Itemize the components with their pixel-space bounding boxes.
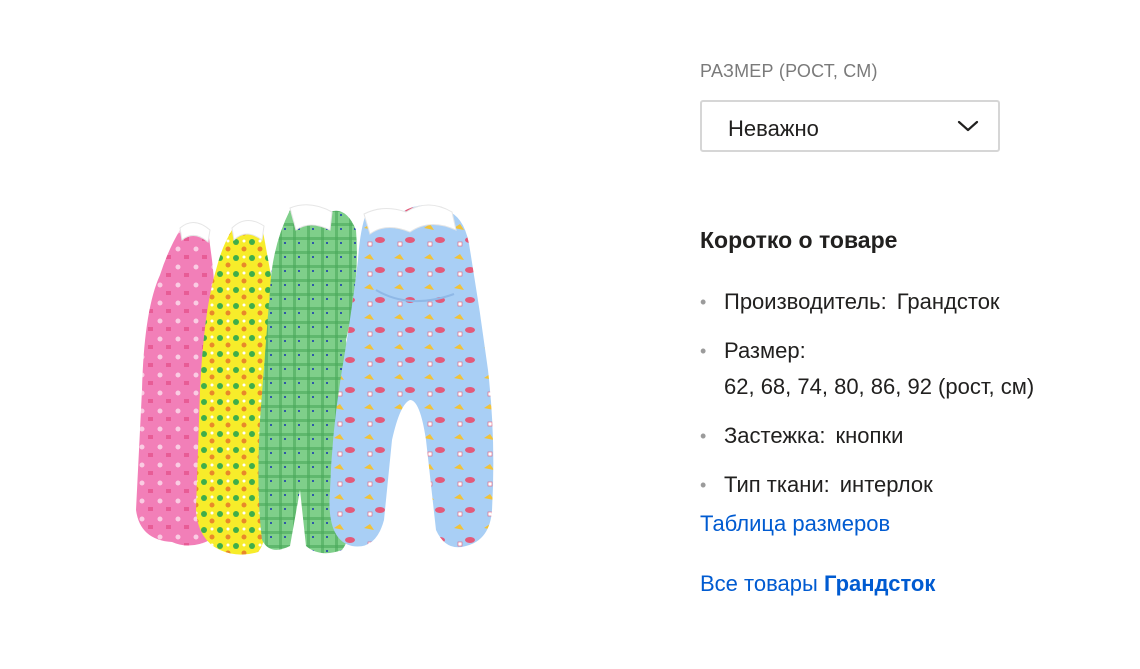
bullet-icon: • [700, 292, 707, 312]
fact-value: 62, 68, 74, 80, 86, 92 (рост, см) [724, 374, 1035, 399]
chevron-down-icon [957, 120, 979, 132]
facts-list: • Производитель: Грандсток • Размер: 62, … [700, 284, 1120, 516]
bullet-icon: • [700, 426, 707, 446]
fact-key: Тип ткани: [724, 472, 830, 497]
fact-key: Размер: [724, 338, 806, 363]
fact-value: интерлок [839, 472, 933, 497]
all-brand-goods-link[interactable]: Все товары Грандсток [700, 571, 935, 597]
fact-key: Застежка: [724, 423, 826, 448]
bullet-icon: • [700, 475, 707, 495]
product-image[interactable] [120, 190, 510, 570]
fact-key: Производитель: [724, 289, 887, 314]
fact-fabric: • Тип ткани: интерлок [700, 467, 1120, 503]
fact-manufacturer: • Производитель: Грандсток [700, 284, 1120, 320]
summary-title: Коротко о товаре [700, 227, 898, 253]
size-table-link[interactable]: Таблица размеров [700, 511, 890, 537]
fact-size: • Размер: 62, 68, 74, 80, 86, 92 (рост, … [700, 333, 1120, 405]
fact-value: кнопки [835, 423, 904, 448]
all-goods-prefix: Все товары [700, 571, 818, 596]
size-filter-label: РАЗМЕР (РОСТ, СМ) [700, 61, 878, 81]
product-page: РАЗМЕР (РОСТ, СМ) Неважно Коротко о това… [0, 0, 1140, 669]
bullet-icon: • [700, 341, 707, 361]
fact-value: Грандсток [896, 289, 1000, 314]
fact-fastener: • Застежка: кнопки [700, 418, 1120, 454]
size-select-value: Неважно [728, 116, 819, 141]
brand-name: Грандсток [823, 571, 936, 596]
size-select[interactable]: Неважно [700, 100, 1000, 152]
